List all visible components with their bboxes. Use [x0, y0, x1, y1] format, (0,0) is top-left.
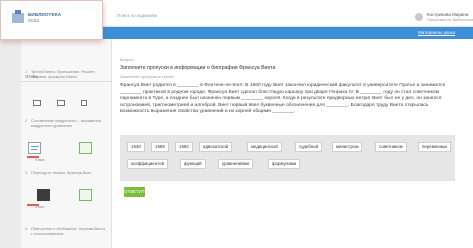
portrait-image-icon[interactable] — [37, 189, 50, 201]
stage-title: Составление квадратного... выражения ква… — [31, 119, 101, 128]
word-option[interactable]: советником — [375, 142, 407, 152]
stage-item[interactable]: 4 Повторение и обобщение: теорема Виета … — [25, 227, 108, 245]
stage-item[interactable]: 1 Третий Виета. Приложение. Решите. Теор… — [25, 70, 108, 100]
desktop-icon[interactable] — [33, 100, 41, 106]
user-avatar[interactable] — [415, 13, 423, 21]
search-input[interactable]: Поиск по изданиям — [117, 13, 157, 18]
stage-number: 4 — [25, 227, 28, 231]
stages-sidebar: Этапы 1 Третий Виета. Приложение. Решите… — [21, 39, 112, 248]
user-role: Пользователь библиотеки — [427, 18, 473, 22]
submit-answer-button[interactable]: ОТВЕТИТЬ — [124, 187, 147, 197]
tablet-icon[interactable] — [57, 100, 65, 106]
lesson-materials-link[interactable]: Материалы урока — [418, 30, 455, 35]
logo-subtitle: МЭШ — [28, 18, 40, 23]
library-icon — [12, 10, 24, 23]
library-logo[interactable]: БИБЛИОТЕКА МЭШ — [0, 0, 103, 40]
word-option[interactable]: министром — [332, 142, 363, 152]
question-title: Заполните пропуски в информации о биогра… — [120, 65, 276, 71]
exercise-icon[interactable] — [79, 189, 92, 201]
task-instruction: Заполните пропуски в тексте — [120, 74, 174, 79]
stage-item[interactable]: 2 Составление квадратного... выражения к… — [25, 119, 108, 139]
document-icon[interactable] — [28, 142, 41, 154]
word-option[interactable]: уравнениями — [218, 159, 253, 169]
stage-number: 3 — [25, 171, 28, 175]
stage-duration: 5 мин — [35, 205, 45, 209]
word-option[interactable]: 1589 — [151, 142, 169, 152]
word-option[interactable]: коэффициентов — [127, 159, 168, 169]
word-option[interactable]: 1540 — [127, 142, 145, 152]
word-option[interactable]: адвокатской — [199, 142, 233, 152]
stage-title: Переход по теории: Франсуа Виет — [31, 171, 92, 175]
phone-icon[interactable] — [81, 100, 87, 106]
stage-item[interactable]: 3 Переход по теории: Франсуа Виет — [25, 171, 108, 183]
gap-fill-text[interactable]: Франсуа Виет родился в ________ в Фонтен… — [120, 83, 455, 116]
exercise-icon[interactable] — [79, 142, 92, 154]
question-label: Вопрос — [120, 57, 134, 62]
stage-number: 1 — [25, 70, 28, 74]
stage-title: Повторение и обобщение: теорема Виета с … — [31, 227, 105, 236]
word-option[interactable]: судебной — [295, 142, 323, 152]
user-name[interactable]: Кострикова Марина — [427, 12, 468, 17]
word-bank: 1540 1589 1592 адвокатской медицинской с… — [120, 135, 455, 181]
word-option[interactable]: медицинской — [247, 142, 282, 152]
exercise-panel: Вопрос Заполните пропуски в информации о… — [112, 39, 473, 248]
word-option[interactable]: 1592 — [175, 142, 193, 152]
stage-duration: 5 мин — [35, 158, 45, 162]
word-option[interactable]: формулами — [268, 159, 301, 169]
stage-title: Третий Виета. Приложение. Решите. Теорем… — [31, 70, 96, 79]
word-option[interactable]: переменных — [418, 142, 452, 152]
stage-number: 2 — [25, 119, 28, 123]
logo-title: БИБЛИОТЕКА — [28, 12, 62, 17]
word-option[interactable]: функций — [180, 159, 206, 169]
